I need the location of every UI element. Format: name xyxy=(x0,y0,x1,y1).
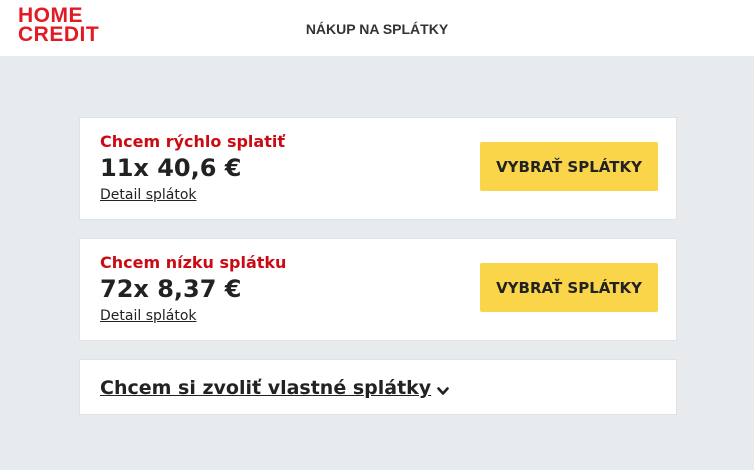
detail-link[interactable]: Detail splátok xyxy=(100,308,197,324)
select-installments-button[interactable]: VYBRAŤ SPLÁTKY xyxy=(480,142,658,191)
installment-option-fast: Chcem rýchlo splatiť 11x 40,6 € Detail s… xyxy=(79,117,677,220)
custom-installments-panel: Chcem si zvoliť vlastné splátky xyxy=(79,359,677,415)
chevron-down-icon xyxy=(437,379,449,401)
detail-link[interactable]: Detail splátok xyxy=(100,187,197,203)
installment-option-low: Chcem nízku splátku 72x 8,37 € Detail sp… xyxy=(79,238,677,341)
custom-installments-label: Chcem si zvoliť vlastné splátky xyxy=(100,377,432,399)
select-installments-button[interactable]: VYBRAŤ SPLÁTKY xyxy=(480,263,658,312)
page-title: NÁKUP NA SPLÁTKY xyxy=(305,21,449,37)
custom-installments-toggle[interactable]: Chcem si zvoliť vlastné splátky xyxy=(100,375,449,401)
header: HOME CREDIT NÁKUP NA SPLÁTKY xyxy=(0,0,754,56)
option-subtitle: Chcem nízku splátku xyxy=(100,253,287,272)
option-amount: 72x 8,37 € xyxy=(100,275,242,303)
option-amount: 11x 40,6 € xyxy=(100,154,242,182)
option-subtitle: Chcem rýchlo splatiť xyxy=(100,132,285,151)
